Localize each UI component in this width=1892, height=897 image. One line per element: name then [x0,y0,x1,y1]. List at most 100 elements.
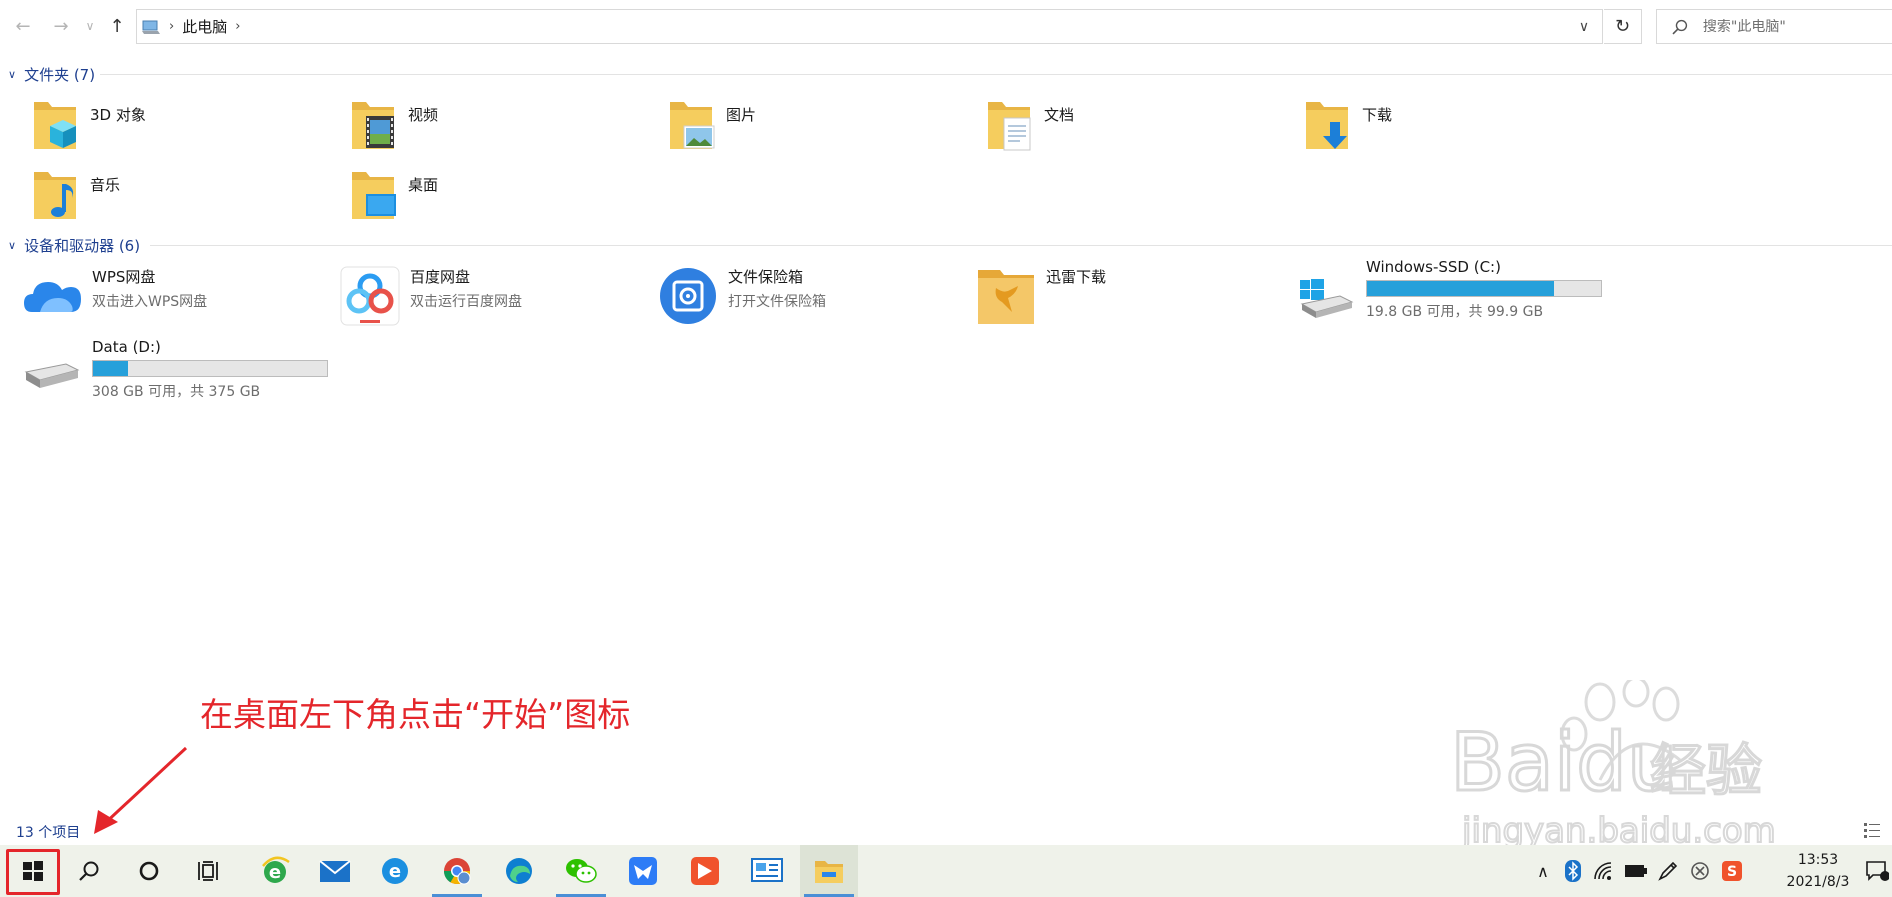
device-name: 迅雷下载 [1046,268,1107,286]
show-hidden-icons-button[interactable]: ∧ [1530,845,1556,897]
taskbar-app-control-panel[interactable] [738,845,796,897]
taskbar-app-feishu[interactable] [614,845,672,897]
drive-usage-bar [1366,280,1602,297]
taskbar: e e ∧ S 13:53 2021/8/3 [0,845,1892,897]
device-thunder-download[interactable]: 迅雷下载 [976,266,1106,326]
bluetooth-icon [1565,860,1581,882]
chevron-down-icon: ∨ [1578,18,1590,35]
drive-windows-ssd-c[interactable]: Windows-SSD (C:) 19.8 GB 可用，共 99.9 GB [1296,258,1602,326]
tray-input-method[interactable]: S [1718,845,1746,897]
pictures-folder-icon [670,102,715,149]
folder-label: 文档 [1044,106,1075,124]
task-view-icon [198,861,218,881]
device-description: 双击运行百度网盘 [410,294,522,310]
svg-text:Baidu: Baidu [1450,716,1678,809]
documents-folder-icon [988,102,1031,151]
taskbar-app-chrome[interactable] [428,845,486,897]
address-dropdown-button[interactable]: ∨ [1566,10,1602,43]
devices-section-title: 设备和驱动器 (6) [24,236,141,255]
folder-3d-objects[interactable]: 3D 对象 [30,96,146,152]
cortana-icon [139,861,159,881]
search-box[interactable] [1656,9,1892,44]
device-file-safe[interactable]: 文件保险箱 打开文件保险箱 [658,266,826,326]
wps-office-icon [691,857,719,885]
recent-locations-button[interactable]: ∨ [80,12,100,40]
details-view-icon[interactable] [1862,820,1882,840]
item-count: 13 个项目 [16,825,81,841]
folder-desktop[interactable]: 桌面 [348,166,438,222]
close-circle-icon [1691,862,1709,880]
task-view-button[interactable] [180,845,238,897]
section-divider [100,74,1892,75]
videos-folder-icon [352,102,394,149]
device-description: 双击进入WPS网盘 [92,294,208,310]
3d-objects-folder-icon [34,102,76,149]
chevron-right-icon[interactable]: › [235,19,240,34]
forward-button[interactable]: → [48,12,74,40]
folder-label: 视频 [408,106,439,124]
tray-bluetooth[interactable] [1560,845,1586,897]
folder-videos[interactable]: 视频 [348,96,438,152]
mail-icon [319,860,351,882]
drive-usage-bar [92,360,328,377]
folder-label: 音乐 [90,176,121,194]
chevron-down-icon: ∨ [85,19,95,33]
breadcrumb-this-pc[interactable]: 此电脑 [182,16,227,37]
device-baidu-netdisk[interactable]: 百度网盘 双击运行百度网盘 [340,266,522,326]
folder-downloads[interactable]: 下载 [1302,96,1392,152]
folders-section-title: 文件夹 (7) [24,65,96,84]
chrome-icon [443,858,471,885]
svg-text:经验: 经验 [1650,739,1762,804]
chevron-down-icon: ∨ [8,238,17,252]
tray-battery[interactable] [1622,845,1650,897]
taskbar-app-mail[interactable] [306,845,364,897]
wps-cloud-icon [24,282,81,312]
drive-data-d[interactable]: Data (D:) 308 GB 可用，共 375 GB [22,338,328,408]
chevron-down-icon: ∨ [8,67,17,81]
wifi-icon [1594,862,1612,880]
arrow-up-icon: ↑ [109,15,125,37]
devices-section-header[interactable]: ∨ 设备和驱动器 (6) [8,235,140,255]
folder-pictures[interactable]: 图片 [666,96,756,152]
search-input[interactable] [1702,18,1892,35]
address-bar[interactable]: › 此电脑 › ∨ [136,9,1603,44]
start-button[interactable] [4,845,62,897]
tray-network[interactable] [1590,845,1618,897]
taskbar-app-wechat[interactable] [552,845,610,897]
taskbar-app-wps-office[interactable] [676,845,734,897]
device-wps-cloud[interactable]: WPS网盘 双击进入WPS网盘 [22,266,207,326]
taskbar-search-button[interactable] [60,845,118,897]
windows-start-icon [23,861,43,881]
device-name: WPS网盘 [92,268,156,286]
drive-capacity: 308 GB 可用，共 375 GB [92,384,261,400]
section-divider [150,245,1892,246]
tray-pen[interactable] [1654,845,1682,897]
folder-documents[interactable]: 文档 [984,96,1074,152]
refresh-icon: ↻ [1614,16,1631,37]
svg-text:S: S [1727,864,1737,880]
back-button[interactable]: ← [10,12,36,40]
folders-section-header[interactable]: ∨ 文件夹 (7) [8,64,95,84]
taskbar-app-file-explorer[interactable] [800,845,858,897]
folder-label: 图片 [726,106,757,124]
feishu-icon [629,857,657,885]
file-safe-icon [660,268,716,324]
search-icon [79,861,99,881]
pen-icon [1658,861,1678,881]
taskbar-app-edge[interactable] [490,845,548,897]
desktop-folder-icon [352,172,396,219]
hard-drive-icon [24,363,80,388]
taskbar-clock[interactable]: 13:53 2021/8/3 [1758,849,1878,893]
up-button[interactable]: ↑ [104,12,130,40]
tray-close-circle[interactable] [1686,845,1714,897]
refresh-button[interactable]: ↻ [1604,9,1642,44]
action-center-button[interactable] [1862,845,1892,897]
taskbar-app-ie[interactable]: e [246,845,304,897]
clock-date: 2021/8/3 [1786,874,1850,890]
svg-text:e: e [269,862,281,883]
drive-name: Data (D:) [92,338,161,356]
folder-music[interactable]: 音乐 [30,166,120,222]
notification-icon [1866,861,1889,881]
taskbar-app-edge-legacy[interactable]: e [366,845,424,897]
cortana-button[interactable] [120,845,178,897]
